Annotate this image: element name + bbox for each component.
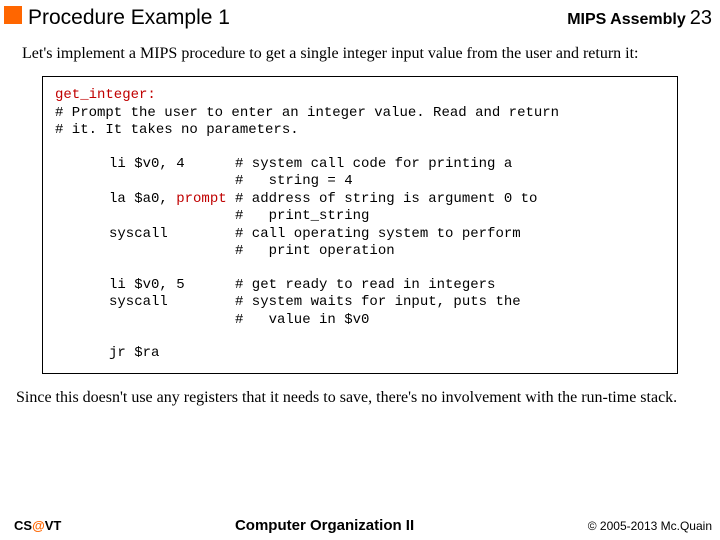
code-symbol: prompt [176,191,226,207]
code-instr: syscall [55,226,235,244]
slide-subheading: MIPS Assembly [567,11,686,29]
code-comment: # print operation [235,243,665,261]
code-comment: # print_string [235,208,665,226]
code-instr: li $v0, 4 [55,156,235,174]
code-instr: li $v0, 5 [55,277,235,295]
code-row: # value in $v0 [55,312,665,330]
code-box: get_integer: # Prompt the user to enter … [42,76,678,374]
code-instr [55,243,235,261]
code-instr: la $a0, prompt [55,191,235,209]
code-comment: # address of string is argument 0 to [235,191,665,209]
code-comment: # system waits for input, puts the [235,294,665,312]
code-comment: # string = 4 [235,173,665,191]
code-row: la $a0, prompt # address of string is ar… [55,191,665,209]
slide-footer: CS@VT Computer Organization II © 2005-20… [0,517,720,536]
outro-text: Since this doesn't use any registers tha… [0,378,720,416]
code-comment: # system call code for printing a [235,156,665,174]
code-comment-1: # Prompt the user to enter an integer va… [55,105,559,121]
code-instr [55,208,235,226]
code-instr [55,312,235,330]
code-jr: jr $ra [55,345,665,363]
code-row: li $v0, 4 # system call code for printin… [55,156,665,174]
code-row: li $v0, 5 # get ready to read in integer… [55,277,665,295]
footer-copyright: © 2005-2013 Mc.Quain [588,519,712,533]
code-row: # print_string [55,208,665,226]
code-row: syscall # call operating system to perfo… [55,226,665,244]
slide-title: Procedure Example 1 [28,6,567,30]
code-row: # print operation [55,243,665,261]
code-comment: # value in $v0 [235,312,665,330]
intro-text: Let's implement a MIPS procedure to get … [0,36,720,72]
code-comment: # call operating system to perform [235,226,665,244]
code-instr [55,173,235,191]
slide-header: Procedure Example 1 MIPS Assembly 23 [0,0,720,36]
code-comment-2: # it. It takes no parameters. [55,122,299,138]
code-header: get_integer: # Prompt the user to enter … [55,87,665,140]
footer-center: Computer Organization II [61,517,587,534]
accent-square-icon [4,6,22,24]
code-label: get_integer: [55,87,156,103]
footer-left: CS@VT [14,518,61,533]
code-comment: # get ready to read in integers [235,277,665,295]
code-row: syscall # system waits for input, puts t… [55,294,665,312]
page-number: 23 [690,7,712,30]
at-glyph: @ [32,518,45,533]
code-instr: syscall [55,294,235,312]
code-row: # string = 4 [55,173,665,191]
